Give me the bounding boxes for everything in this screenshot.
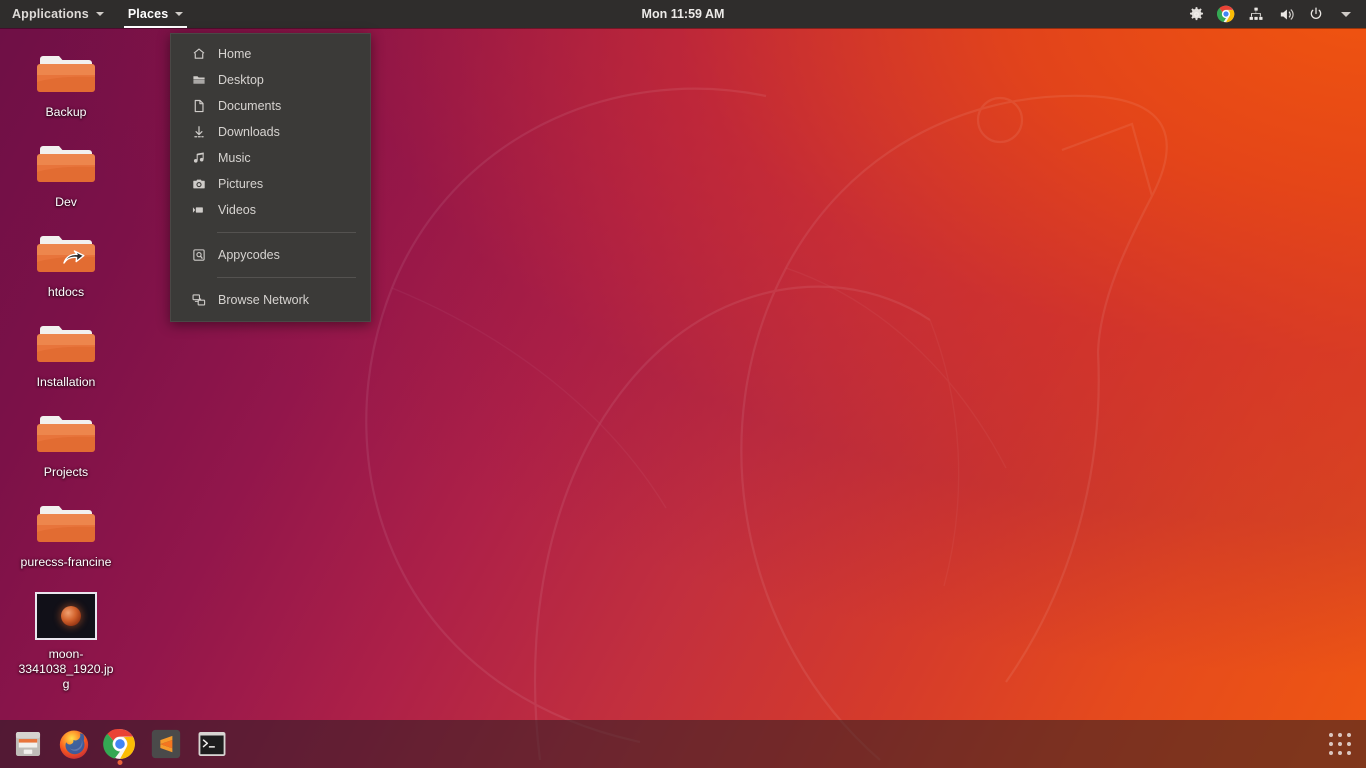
desktop-icon-installation[interactable]: Installation: [14, 318, 118, 390]
menu-item-label: Desktop: [218, 73, 264, 87]
drive-icon: [191, 248, 206, 263]
desktop-icon-label: Installation: [36, 375, 96, 389]
applications-menu-label: Applications: [12, 7, 89, 21]
menu-separator-2: [217, 277, 356, 278]
grid-dots-icon: [1329, 733, 1351, 755]
menu-item-label: Music: [218, 151, 251, 165]
desktop-icon-dev[interactable]: Dev: [14, 138, 118, 210]
desktop-icon-label: purecss-francine: [20, 555, 112, 569]
desktop-icon-label: Backup: [45, 105, 87, 119]
dock-item-firefox[interactable]: [52, 722, 96, 766]
moon-thumbnail-graphic: [61, 606, 81, 626]
power-icon[interactable]: [1302, 0, 1330, 28]
video-camera-icon: [191, 203, 206, 218]
settings-gear-icon[interactable]: [1182, 0, 1210, 28]
desktop-icon-label: Projects: [43, 465, 89, 479]
camera-icon: [191, 177, 206, 192]
running-indicator: [117, 760, 123, 765]
dock-item-terminal[interactable]: [190, 722, 234, 766]
menu-item-desktop[interactable]: Desktop: [171, 67, 370, 93]
folder-icon: [35, 138, 97, 190]
desktop-icon-purecss-francine[interactable]: purecss-francine: [14, 498, 118, 570]
bottom-dock: [0, 720, 1366, 768]
desktop-icon-htdocs[interactable]: htdocs: [14, 228, 118, 300]
menu-item-downloads[interactable]: Downloads: [171, 119, 370, 145]
dock-item-files-nautilus[interactable]: [6, 722, 50, 766]
chrome-indicator-icon[interactable]: [1212, 0, 1240, 28]
folder-icon: [35, 228, 97, 280]
menu-item-label: Documents: [218, 99, 282, 113]
desktop-icon-label: Dev: [55, 195, 77, 209]
menu-item-documents[interactable]: Documents: [171, 93, 370, 119]
places-dropdown-menu: Home Desktop Documents Downloads Music P…: [170, 33, 371, 322]
menu-item-music[interactable]: Music: [171, 145, 370, 171]
menu-item-label: Videos: [218, 203, 256, 217]
places-menu-button[interactable]: Places: [116, 0, 196, 28]
document-icon: [191, 99, 206, 114]
menu-item-label: Home: [218, 47, 252, 61]
folder-icon: [35, 498, 97, 550]
menu-item-label: Downloads: [218, 125, 280, 139]
image-thumbnail: [35, 590, 97, 642]
home-icon: [191, 47, 206, 62]
top-panel: Applications Places Mon 11:59 AM: [0, 0, 1366, 28]
folder-icon: [35, 48, 97, 100]
places-menu-label: Places: [127, 7, 169, 21]
desktop-icon-projects[interactable]: Projects: [14, 408, 118, 480]
chevron-down-icon[interactable]: [1332, 0, 1360, 28]
folder-icon: [35, 408, 97, 460]
applications-menu-button[interactable]: Applications: [0, 0, 116, 28]
menu-item-label: Appycodes: [218, 248, 280, 262]
dock-item-sublime-text[interactable]: [144, 722, 188, 766]
desktop-icon-label: htdocs: [47, 285, 85, 299]
menu-item-browse-network[interactable]: Browse Network: [171, 287, 370, 313]
music-note-icon: [191, 151, 206, 166]
volume-icon[interactable]: [1272, 0, 1300, 28]
chevron-down-icon: [95, 12, 104, 16]
network-share-icon: [191, 293, 206, 308]
menu-separator-1: [217, 232, 356, 233]
menu-item-videos[interactable]: Videos: [171, 197, 370, 223]
desktop-icon-label: moon-3341038_1920.jpg: [18, 647, 114, 691]
menu-item-pictures[interactable]: Pictures: [171, 171, 370, 197]
dock-app-list: [0, 722, 234, 766]
show-applications-button[interactable]: [1314, 720, 1366, 768]
network-icon[interactable]: [1242, 0, 1270, 28]
download-icon: [191, 125, 206, 140]
desktop-icon-backup[interactable]: Backup: [14, 48, 118, 120]
menu-item-label: Browse Network: [218, 293, 309, 307]
panel-clock[interactable]: Mon 11:59 AM: [0, 7, 1366, 21]
system-tray: [1182, 0, 1366, 28]
menu-item-appycodes-volume[interactable]: Appycodes: [171, 242, 370, 268]
desktop-icon-moon-image[interactable]: moon-3341038_1920.jpg: [14, 590, 118, 692]
folder-icon: [191, 73, 206, 88]
chevron-down-icon: [175, 12, 184, 16]
menu-item-home[interactable]: Home: [171, 41, 370, 67]
menu-item-label: Pictures: [218, 177, 264, 191]
dock-item-google-chrome[interactable]: [98, 722, 142, 766]
folder-icon: [35, 318, 97, 370]
